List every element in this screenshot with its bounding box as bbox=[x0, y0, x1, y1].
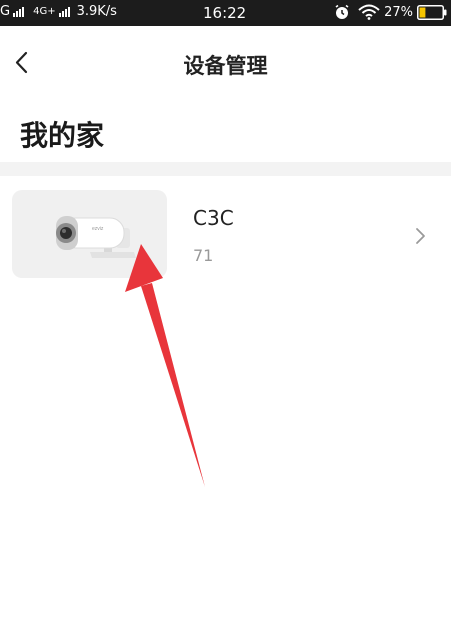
page-title: 设备管理 bbox=[183, 54, 268, 78]
device-serial: 71 bbox=[193, 246, 214, 265]
section-divider bbox=[0, 162, 451, 176]
device-thumbnail: ezviz bbox=[12, 190, 167, 278]
carrier-label: G bbox=[0, 4, 11, 19]
signal-icon-2 bbox=[58, 6, 71, 17]
battery-percent: 27% bbox=[384, 4, 413, 20]
clock: 16:22 bbox=[203, 4, 247, 22]
alarm-icon bbox=[335, 4, 349, 19]
network-speed: 3.9K/s bbox=[76, 4, 117, 19]
signal-icon bbox=[13, 6, 25, 17]
device-list-item[interactable]: ezviz C3C 71 bbox=[0, 176, 451, 288]
status-bar: G 4G+ 3.9K/s 16:22 27% bbox=[0, 0, 451, 26]
chevron-right-icon bbox=[416, 228, 425, 244]
status-right: 27% bbox=[334, 4, 447, 20]
network-type-label: 4G+ bbox=[33, 6, 56, 17]
device-name: C3C bbox=[193, 206, 234, 230]
battery-icon bbox=[417, 4, 447, 20]
svg-text:ezviz: ezviz bbox=[92, 226, 104, 232]
camera-icon: ezviz bbox=[56, 216, 136, 258]
wifi-icon bbox=[358, 4, 380, 20]
nav-bar: 设备管理 bbox=[0, 26, 451, 102]
status-left: G 4G+ 3.9K/s bbox=[0, 4, 117, 19]
home-title: 我的家 bbox=[20, 119, 105, 152]
